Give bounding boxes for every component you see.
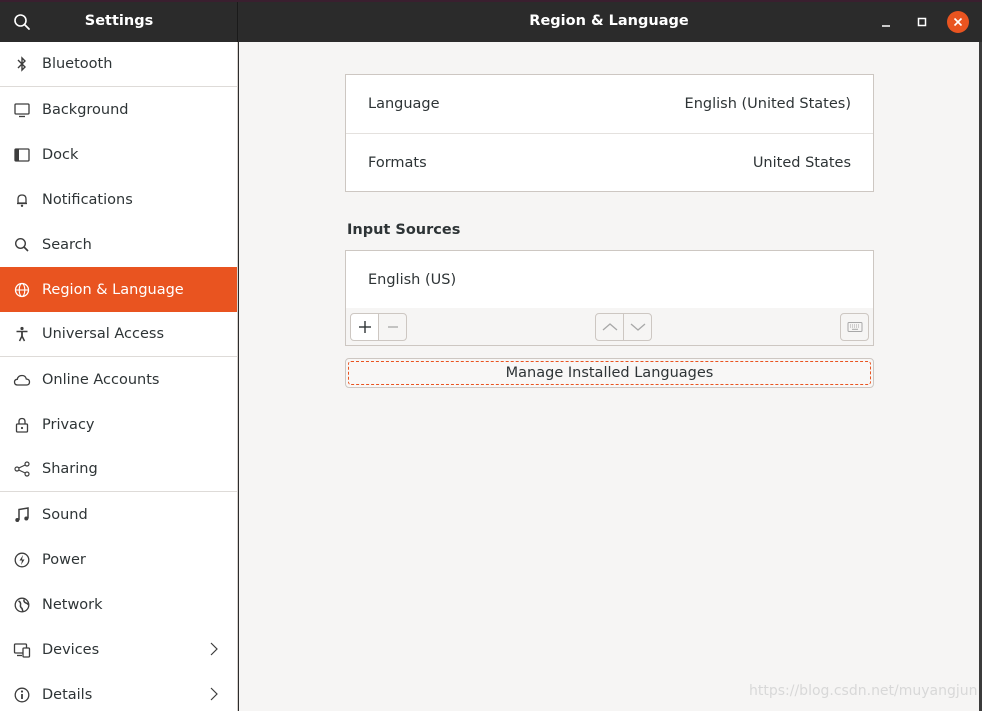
sidebar-item-label: Online Accounts: [42, 371, 160, 388]
watermark: https://blog.csdn.net/muyangjun: [749, 683, 978, 699]
sidebar-item-online-accounts[interactable]: Online Accounts: [0, 357, 237, 402]
sidebar-item-label: Universal Access: [42, 326, 165, 342]
keyboard-icon: [847, 322, 862, 332]
sidebar-item-details[interactable]: Details: [0, 672, 237, 711]
formats-label: Formats: [368, 154, 427, 171]
devices-icon: [13, 641, 31, 659]
input-source-label: English (US): [368, 272, 457, 288]
info-icon: [13, 686, 31, 704]
language-value: English (United States): [684, 96, 851, 112]
close-icon: [953, 17, 963, 27]
formats-value: United States: [752, 154, 851, 171]
sidebar-item-label: Power: [42, 551, 86, 568]
sidebar-title: Settings: [84, 13, 154, 29]
sidebar: Bluetooth Background Dock Notifications …: [0, 42, 238, 711]
sidebar-item-network[interactable]: Network: [0, 582, 237, 627]
minus-icon: [387, 326, 398, 328]
sidebar-item-label: Devices: [42, 641, 100, 658]
main-headerbar: Region & Language: [239, 2, 982, 42]
lock-icon: [13, 416, 31, 434]
language-row[interactable]: Language English (United States): [346, 75, 873, 133]
search-icon: [13, 236, 31, 254]
music-note-icon: [13, 506, 31, 524]
move-up-button[interactable]: [595, 313, 624, 341]
input-sources-heading: Input Sources: [347, 222, 461, 238]
language-formats-list: Language English (United States) Formats…: [345, 74, 874, 192]
chevron-down-icon: [630, 323, 645, 331]
dock-icon: [13, 146, 31, 164]
sidebar-item-label: Dock: [42, 146, 79, 163]
bell-icon: [13, 191, 31, 209]
manage-installed-languages-button[interactable]: Manage Installed Languages: [345, 358, 874, 388]
maximize-button[interactable]: [911, 11, 933, 33]
plus-icon: [358, 321, 371, 333]
share-icon: [13, 460, 31, 478]
sidebar-item-label: Notifications: [42, 191, 133, 208]
sidebar-item-label: Search: [42, 236, 92, 253]
chevron-up-icon: [602, 323, 617, 331]
globe-icon: [13, 281, 31, 299]
sidebar-item-label: Network: [42, 596, 103, 613]
network-icon: [13, 596, 31, 614]
background-icon: [13, 101, 31, 119]
remove-input-source-button[interactable]: [378, 313, 407, 341]
chevron-right-icon: [210, 642, 218, 656]
input-sources-list: English (US): [345, 250, 874, 309]
formats-row[interactable]: Formats United States: [346, 133, 873, 191]
sidebar-item-universal-access[interactable]: Universal Access: [0, 312, 237, 357]
sidebar-item-label: Sound: [42, 506, 88, 523]
sidebar-item-sound[interactable]: Sound: [0, 492, 237, 537]
power-icon: [13, 551, 31, 569]
close-button[interactable]: [947, 11, 969, 33]
cloud-icon: [13, 371, 31, 389]
move-down-button[interactable]: [623, 313, 652, 341]
show-keyboard-layout-button[interactable]: [840, 313, 869, 341]
sidebar-item-devices[interactable]: Devices: [0, 627, 237, 672]
sidebar-item-notifications[interactable]: Notifications: [0, 177, 237, 222]
window-title: Region & Language: [529, 13, 689, 29]
sidebar-item-sharing[interactable]: Sharing: [0, 447, 237, 492]
sidebar-item-label: Region & Language: [42, 281, 184, 298]
sidebar-item-privacy[interactable]: Privacy: [0, 402, 237, 447]
sidebar-headerbar: Settings: [0, 2, 238, 42]
sidebar-item-label: Details: [42, 686, 93, 703]
focus-ring: [348, 361, 871, 385]
add-input-source-button[interactable]: [350, 313, 379, 341]
sidebar-item-label: Privacy: [42, 416, 95, 433]
minimize-icon: [882, 25, 890, 27]
sidebar-item-search[interactable]: Search: [0, 222, 237, 267]
input-sources-toolbar: [345, 308, 874, 346]
input-source-row[interactable]: English (US): [346, 251, 873, 309]
sidebar-item-label: Background: [42, 101, 129, 118]
sidebar-item-power[interactable]: Power: [0, 537, 237, 582]
sidebar-item-bluetooth[interactable]: Bluetooth: [0, 42, 237, 87]
sidebar-item-region-language[interactable]: Region & Language: [0, 267, 237, 312]
bluetooth-icon: [13, 55, 31, 73]
sidebar-item-background[interactable]: Background: [0, 87, 237, 132]
minimize-button[interactable]: [875, 11, 897, 33]
main-panel: Language English (United States) Formats…: [239, 42, 979, 711]
maximize-icon: [917, 17, 927, 27]
sidebar-item-dock[interactable]: Dock: [0, 132, 237, 177]
chevron-right-icon: [210, 687, 218, 701]
language-label: Language: [368, 96, 440, 112]
sidebar-item-label: Sharing: [42, 461, 98, 477]
sidebar-item-label: Bluetooth: [42, 56, 113, 72]
accessibility-icon: [13, 325, 31, 343]
